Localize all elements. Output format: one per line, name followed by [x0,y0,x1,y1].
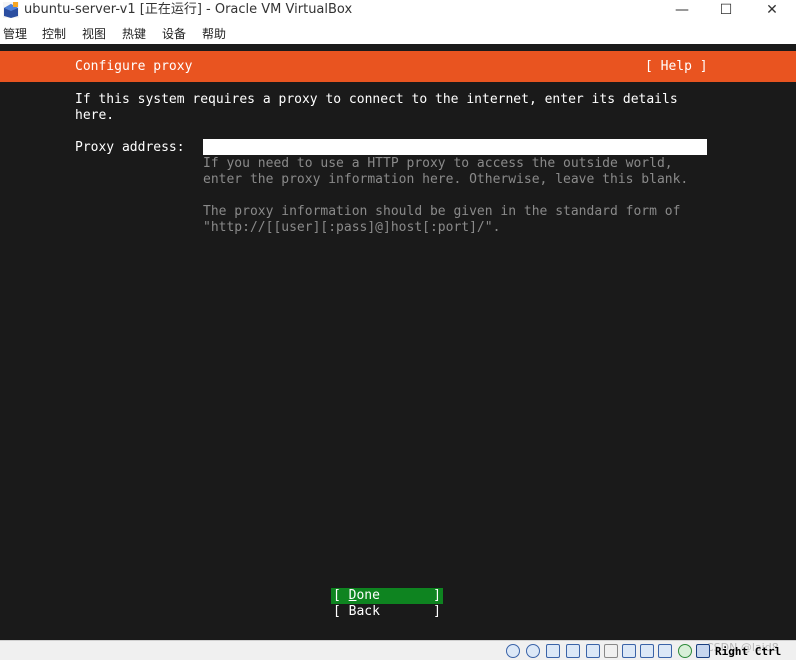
intro-text: If this system requires a proxy to conne… [75,92,678,123]
installer-header: Configure proxy [ Help ] [0,51,796,82]
back-label-rest: Back [348,604,380,619]
menu-manage[interactable]: 管理 [3,25,27,43]
back-button-label: [ Back [333,604,380,620]
shared-folder-icon[interactable] [604,644,618,658]
network-icon[interactable] [566,644,580,658]
proxy-address-input[interactable] [203,139,707,155]
virtualbox-icon [3,2,19,18]
back-button[interactable]: [ Back ] [331,604,443,620]
usb-icon[interactable] [586,644,600,658]
close-button[interactable]: ✕ [749,0,795,20]
maximize-button[interactable]: ☐ [703,0,749,20]
proxy-hint-text: If you need to use a HTTP proxy to acces… [203,156,689,187]
menu-view[interactable]: 视图 [82,25,106,43]
page-title: Configure proxy [75,59,193,74]
hard-disk-icon[interactable] [506,644,520,658]
host-key-label: Right Ctrl [715,645,782,658]
mouse-integration-icon[interactable] [678,644,692,658]
display-icon[interactable] [622,644,636,658]
proxy-address-label: Proxy address: [75,140,185,155]
vm-display[interactable]: Configure proxy [ Help ] If this system … [0,44,796,640]
cpu-icon[interactable] [658,644,672,658]
menu-devices[interactable]: 设备 [162,25,186,43]
status-bar: CSDN @laid8 Right Ctrl [0,640,796,660]
help-button[interactable]: [ Help ] [645,59,708,75]
menu-control[interactable]: 控制 [42,25,66,43]
recording-icon[interactable] [640,644,654,658]
done-button[interactable]: [ Done ] [331,588,443,604]
back-bracket-open: [ [333,604,349,619]
window-title-bar[interactable]: ubuntu-server-v1 [正在运行] - Oracle VM Virt… [0,0,796,20]
done-label-rest: one [356,588,380,603]
done-button-label: [ Done [333,588,380,604]
menu-help[interactable]: 帮助 [202,25,226,43]
minimize-button[interactable]: — [659,0,705,20]
proxy-format-hint: The proxy information should be given in… [203,204,681,235]
host-key-icon [696,644,710,658]
audio-icon[interactable] [546,644,560,658]
done-bracket-open: [ [333,588,349,603]
back-bracket-close: ] [433,604,441,619]
window-title: ubuntu-server-v1 [正在运行] - Oracle VM Virt… [24,2,353,17]
done-bracket-close: ] [433,588,441,603]
menu-bar: 管理 控制 视图 热键 设备 帮助 [0,24,796,44]
optical-drive-icon[interactable] [526,644,540,658]
menu-hotkeys[interactable]: 热键 [122,25,146,43]
